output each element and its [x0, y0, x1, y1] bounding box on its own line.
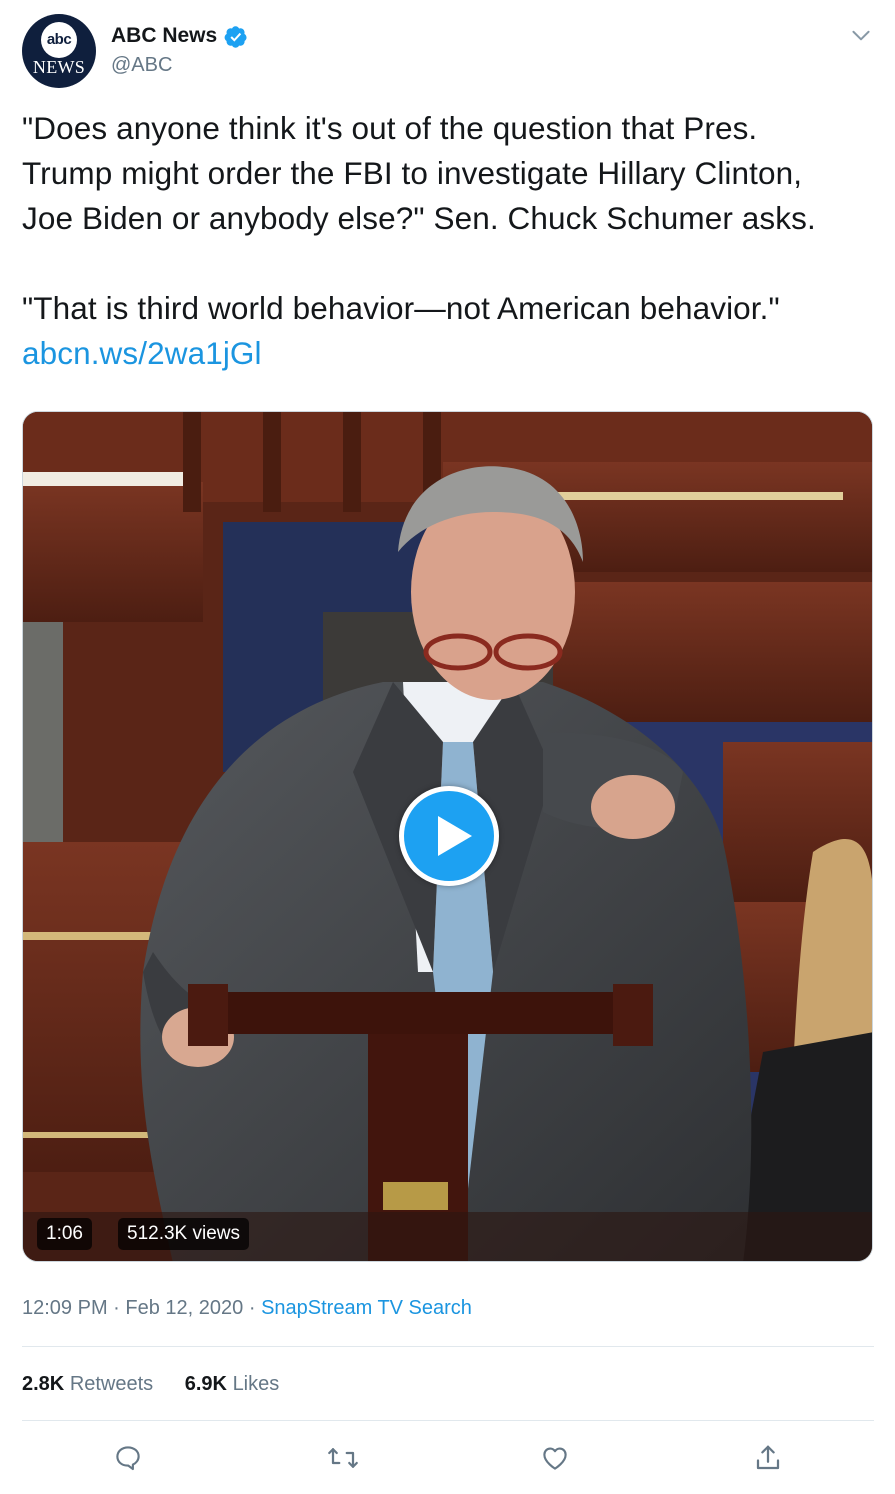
reply-icon: [116, 1446, 140, 1471]
tweet-link[interactable]: abcn.ws/2wa1jGl: [22, 335, 262, 371]
tweet-text-line: Trump might order the FBI to investigate…: [22, 155, 803, 191]
retweets-label: Retweets: [69, 1373, 154, 1395]
tweet-meta: 12:09 PM · Feb 12, 2020 · SnapStream TV …: [22, 1294, 472, 1322]
retweet-button[interactable]: [323, 1440, 363, 1476]
reply-button[interactable]: [108, 1440, 148, 1476]
verified-badge-icon: [224, 26, 247, 48]
likes-stat[interactable]: 6.9K Likes: [185, 1370, 280, 1398]
tweet-date[interactable]: Feb 12, 2020: [125, 1297, 243, 1319]
tweet-text-line: Joe Biden or anybody else?" Sen. Chuck S…: [22, 200, 816, 236]
retweets-stat[interactable]: 2.8K Retweets: [22, 1370, 153, 1398]
tweet-text-line: "Does anyone think it's out of the quest…: [22, 110, 758, 146]
meta-separator: ·: [113, 1297, 120, 1319]
tweet-stats: 2.8K Retweets 6.9K Likes: [22, 1370, 305, 1398]
meta-separator: ·: [248, 1297, 256, 1319]
retweet-icon: [328, 1448, 358, 1468]
avatar[interactable]: abc NEWS: [22, 14, 96, 88]
play-button[interactable]: [399, 786, 499, 886]
handle[interactable]: @ABC: [111, 52, 172, 78]
chevron-down-icon[interactable]: [848, 22, 874, 48]
retweets-count: 2.8K: [22, 1373, 65, 1395]
like-button[interactable]: [535, 1440, 575, 1476]
tweet-text: "Does anyone think it's out of the quest…: [22, 106, 882, 376]
video-view-count: 512.3K views: [118, 1218, 250, 1250]
divider: [22, 1420, 874, 1421]
news-logo-text: NEWS: [32, 57, 86, 77]
like-icon: [543, 1447, 567, 1470]
share-button[interactable]: [748, 1440, 788, 1476]
abc-logo: abc: [41, 22, 77, 58]
tweet-text-line: "That is third world behavior—not Americ…: [22, 290, 780, 326]
share-icon: [756, 1445, 780, 1470]
tweet-time[interactable]: 12:09 PM: [22, 1297, 108, 1319]
likes-label: Likes: [232, 1373, 280, 1395]
video-player[interactable]: 1:06 512.3K views: [22, 411, 873, 1262]
likes-count: 6.9K: [184, 1373, 227, 1395]
video-duration: 1:06: [37, 1218, 92, 1250]
play-icon: [438, 816, 472, 856]
display-name[interactable]: ABC News: [111, 22, 217, 50]
tweet-card: abc NEWS ABC News @ABC "Does anyone thin…: [0, 0, 895, 1494]
tweet-source[interactable]: SnapStream TV Search: [261, 1297, 472, 1319]
divider: [22, 1346, 874, 1347]
